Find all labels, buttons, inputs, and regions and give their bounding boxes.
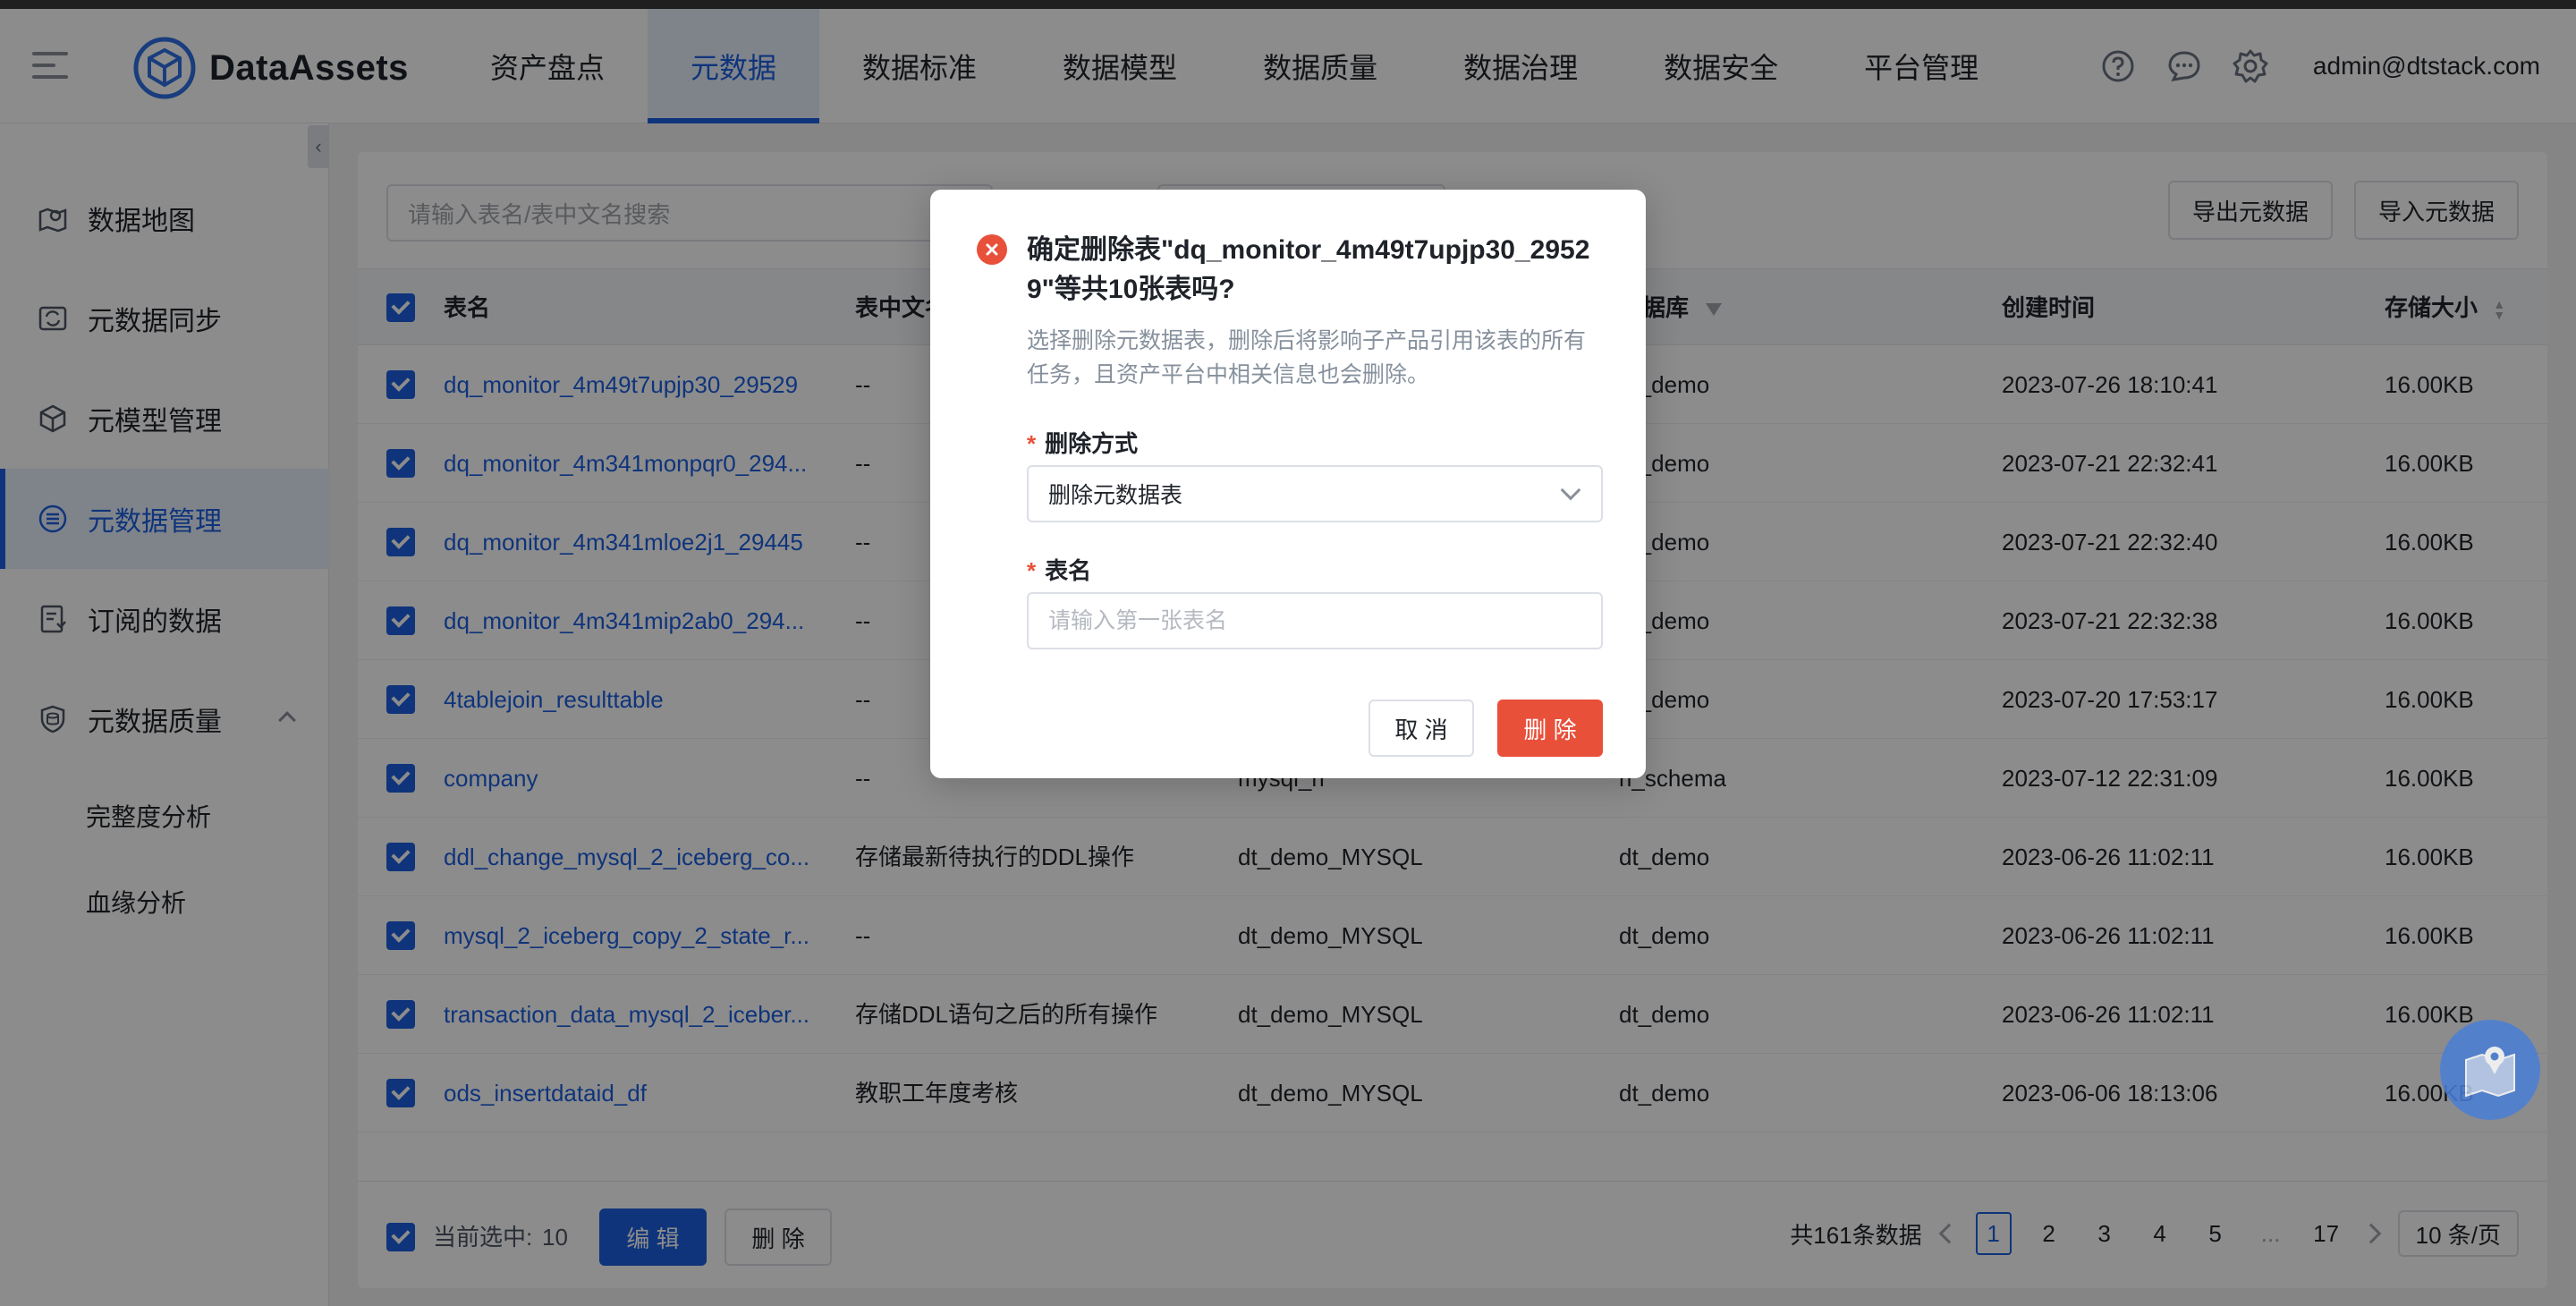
- cancel-button[interactable]: 取 消: [1368, 700, 1474, 757]
- table-name-input[interactable]: [1027, 592, 1603, 649]
- delete-method-select[interactable]: 删除元数据表: [1027, 465, 1603, 522]
- guide-map-icon[interactable]: [2440, 1020, 2540, 1120]
- dialog-title: 确定删除表"dq_monitor_4m49t7upjp30_29529"等共10…: [1027, 235, 1590, 304]
- dialog-description: 选择删除元数据表，删除后将影响子产品引用该表的所有任务，且资产平台中相关信息也会…: [1027, 328, 1587, 387]
- table-name-label-text: 表名: [1045, 557, 1092, 584]
- error-close-icon: [977, 234, 1007, 265]
- chevron-down-icon: [1560, 479, 1581, 501]
- delete-method-value: 删除元数据表: [1048, 483, 1183, 508]
- delete-method-label: * 删除方式: [1027, 426, 1138, 459]
- confirm-delete-button[interactable]: 删 除: [1497, 700, 1603, 757]
- delete-method-label-text: 删除方式: [1045, 430, 1139, 457]
- required-mark: *: [1027, 557, 1037, 584]
- table-name-label: * 表名: [1027, 553, 1091, 586]
- delete-confirm-dialog: 确定删除表"dq_monitor_4m49t7upjp30_29529"等共10…: [930, 190, 1646, 778]
- required-mark: *: [1027, 430, 1037, 457]
